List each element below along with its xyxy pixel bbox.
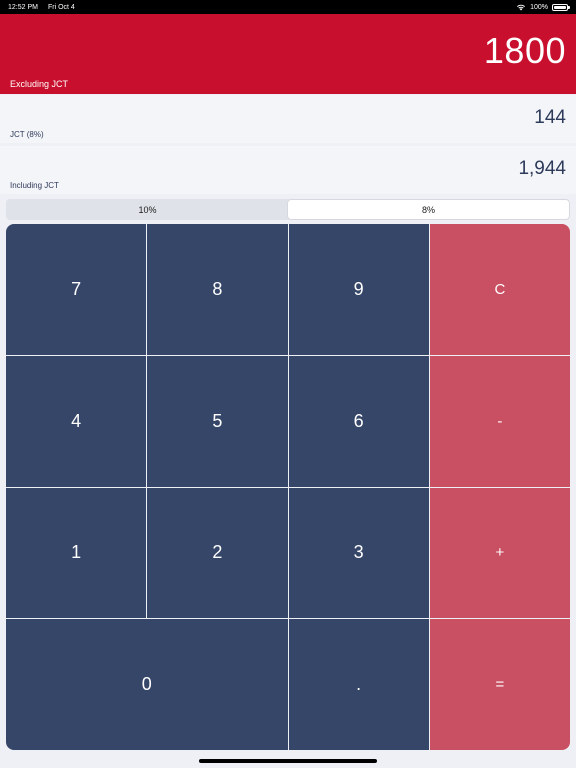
home-indicator[interactable]	[199, 759, 377, 763]
excluding-jct-panel: 1800 Excluding JCT	[0, 14, 576, 94]
key-7[interactable]: 7	[6, 224, 147, 355]
status-bar: 12:52 PM Fri Oct 4 100%	[0, 0, 576, 14]
status-time: 12:52 PM	[8, 3, 38, 11]
excluding-jct-value: 1800	[483, 30, 566, 71]
key-0[interactable]: 0	[6, 619, 288, 750]
battery-percent: 100%	[530, 3, 548, 11]
rate-option-8[interactable]: 8%	[288, 200, 569, 219]
key-4[interactable]: 4	[6, 355, 147, 487]
key-1[interactable]: 1	[6, 487, 147, 619]
plus-button[interactable]: +	[429, 487, 570, 619]
key-2[interactable]: 2	[147, 487, 288, 619]
status-date: Fri Oct 4	[47, 3, 75, 11]
excluding-jct-label: Excluding JCT	[10, 79, 69, 89]
rate-option-10[interactable]: 10%	[7, 200, 288, 219]
including-jct-label: Including JCT	[10, 181, 59, 190]
status-right: 100%	[516, 3, 570, 11]
jct-panel: 144 JCT (8%)	[0, 95, 576, 143]
equals-button[interactable]: =	[429, 619, 570, 750]
key-3[interactable]: 3	[288, 487, 429, 619]
key-5[interactable]: 5	[147, 355, 288, 487]
decimal-button[interactable]: .	[288, 619, 429, 750]
key-9[interactable]: 9	[288, 224, 429, 355]
clear-button[interactable]: C	[429, 224, 570, 355]
key-8[interactable]: 8	[147, 224, 288, 355]
jct-label: JCT (8%)	[10, 130, 44, 139]
including-jct-panel: 1,944 Including JCT	[0, 146, 576, 194]
wifi-icon	[517, 4, 526, 11]
key-6[interactable]: 6	[288, 355, 429, 487]
including-jct-value: 1,944	[518, 158, 566, 179]
keypad: 7 8 9 C 4 5 6 - 1 2 3 + 0 . =	[6, 224, 570, 750]
minus-button[interactable]: -	[429, 355, 570, 487]
battery-icon	[552, 3, 570, 11]
tax-rate-selector: 10% 8%	[6, 199, 570, 220]
jct-value: 144	[534, 107, 566, 128]
